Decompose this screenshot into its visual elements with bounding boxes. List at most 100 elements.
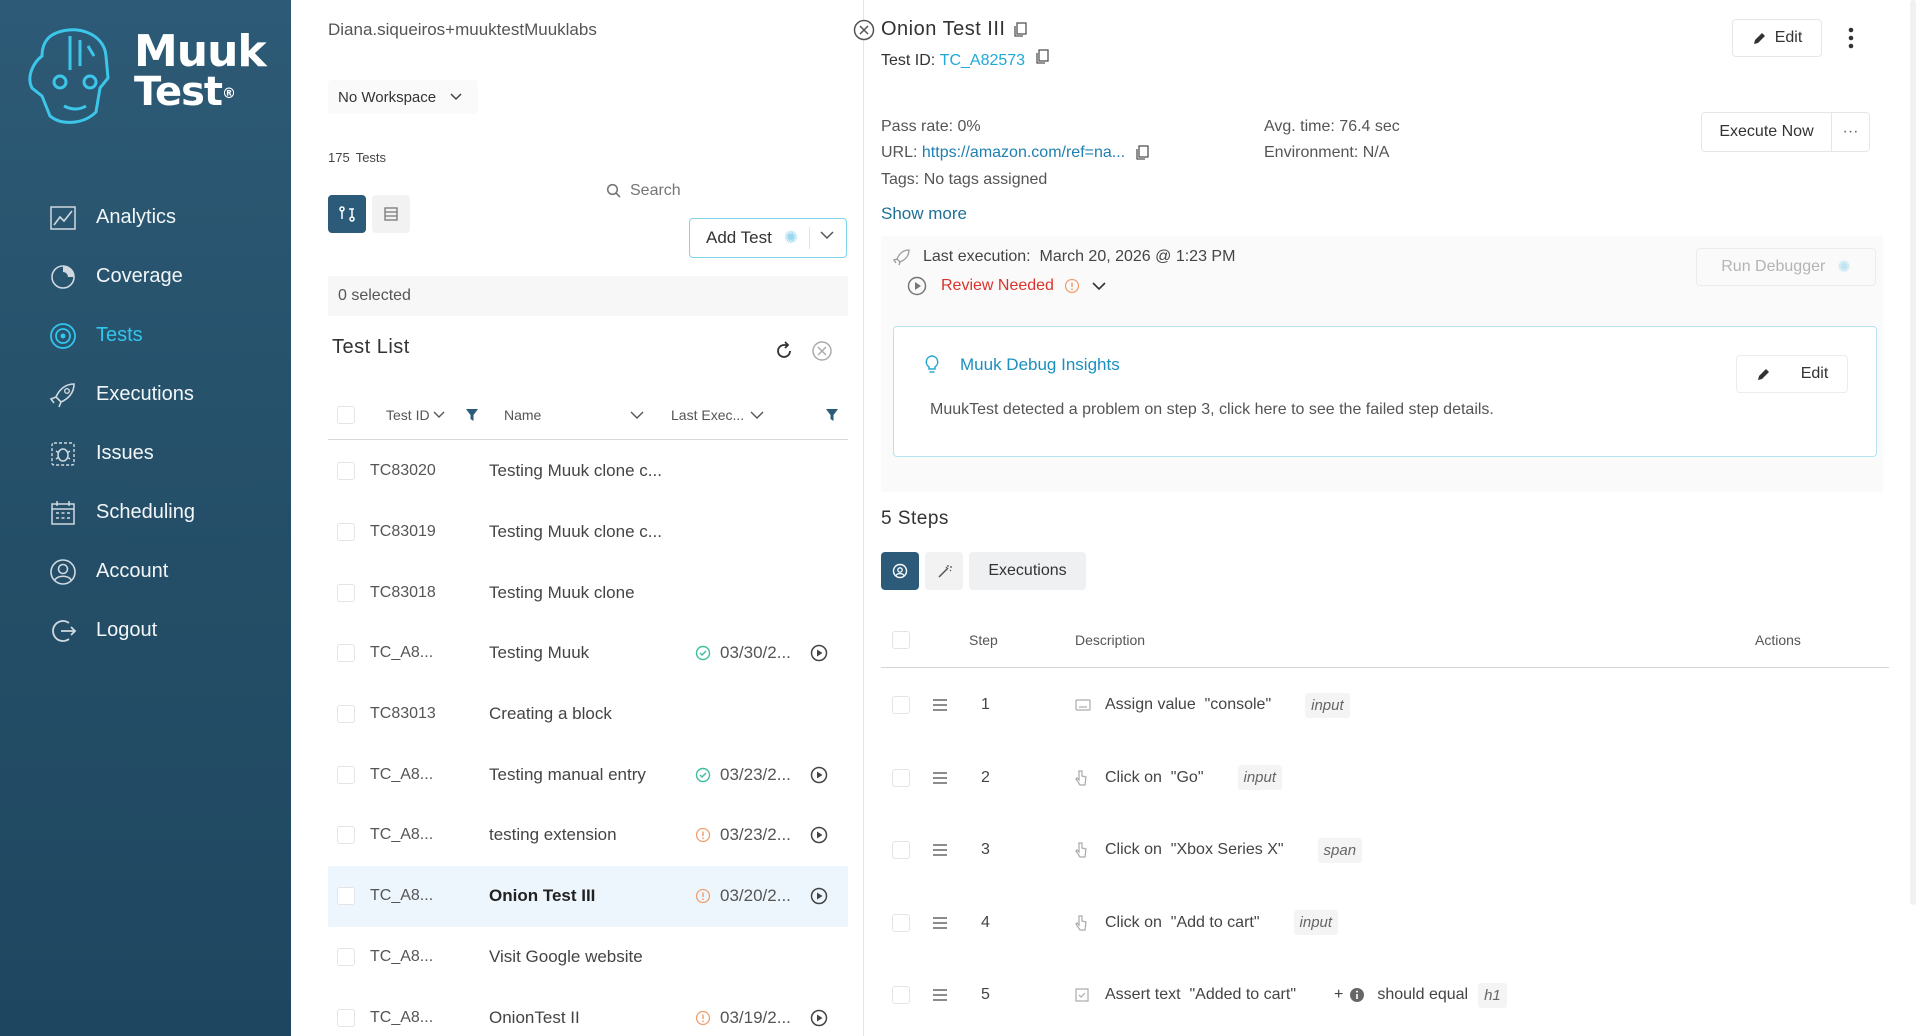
row-checkbox[interactable] <box>337 826 355 845</box>
step-target: "Go" <box>1170 768 1204 786</box>
logo-text-line2: Test <box>134 69 223 115</box>
step-row[interactable]: 5 Assert text "Added to cart" + should equa… <box>881 959 1889 1032</box>
table-row[interactable]: TC83019 Testing Muuk clone c... <box>328 502 848 563</box>
sidebar-item-logout[interactable]: Logout <box>48 601 195 660</box>
row-test-id: TC83013 <box>370 705 436 723</box>
workspace-value: No Workspace <box>338 88 437 106</box>
show-more-link[interactable]: Show more <box>881 204 967 224</box>
table-row[interactable]: TC_A8... Testing manual entry 03/23/2... <box>328 744 848 805</box>
sidebar-item-scheduling[interactable]: Scheduling <box>48 483 195 542</box>
sidebar-item-analytics[interactable]: Analytics <box>48 188 195 247</box>
play-circle-icon[interactable] <box>907 276 927 296</box>
row-checkbox[interactable] <box>337 523 355 542</box>
row-checkbox[interactable] <box>337 644 355 663</box>
table-row[interactable]: TC83020 Testing Muuk clone c... <box>328 441 848 502</box>
debug-insights-card[interactable]: Muuk Debug Insights MuukTest detected a … <box>893 326 1877 457</box>
sidebar-item-coverage[interactable]: Coverage <box>48 247 195 306</box>
drag-handle-icon[interactable] <box>932 844 948 857</box>
table-row[interactable]: TC_A8... OnionTest II 03/19/2... <box>328 987 848 1036</box>
copy-icon[interactable] <box>1135 145 1149 161</box>
row-checkbox[interactable] <box>337 462 355 481</box>
step-checkbox[interactable] <box>892 768 910 787</box>
chevron-down-icon[interactable] <box>820 231 834 240</box>
row-checkbox[interactable] <box>337 705 355 724</box>
step-row[interactable]: 1 Assign value "console" input <box>881 669 1889 742</box>
search-input[interactable] <box>630 182 830 200</box>
test-url-link[interactable]: https://amazon.com/ref=na... <box>922 144 1125 162</box>
column-test-id[interactable]: Test ID <box>386 390 445 440</box>
select-all-checkbox[interactable] <box>337 406 355 424</box>
column-actions: Actions <box>1755 632 1801 648</box>
step-row[interactable]: 4 Click on "Add to cart" input <box>881 887 1889 960</box>
row-checkbox[interactable] <box>337 947 355 966</box>
drag-handle-icon[interactable] <box>932 699 948 712</box>
run-debugger-button[interactable]: Run Debugger ✺ <box>1696 248 1876 286</box>
execute-now-button[interactable]: Execute Now <box>1701 112 1832 152</box>
sidebar-item-account[interactable]: Account <box>48 542 195 601</box>
row-checkbox[interactable] <box>337 887 355 906</box>
insights-message[interactable]: MuukTest detected a problem on step 3, c… <box>930 401 1494 419</box>
row-checkbox[interactable] <box>337 583 355 602</box>
step-checkbox[interactable] <box>892 913 910 932</box>
review-status[interactable]: Review Needed <box>907 276 1106 296</box>
step-target: "Xbox Series X" <box>1170 841 1284 859</box>
step-icon-keyboard-icon <box>1075 699 1093 711</box>
copy-icon[interactable] <box>1013 21 1028 38</box>
edit-steps-button[interactable] <box>925 552 963 590</box>
step-row[interactable]: 3 Click on "Xbox Series X" span <box>881 814 1889 887</box>
table-row[interactable]: TC83018 Testing Muuk clone <box>328 562 848 623</box>
play-circle-icon[interactable] <box>810 1009 828 1027</box>
step-checkbox[interactable] <box>892 841 910 860</box>
info-icon[interactable] <box>1349 987 1365 1003</box>
step-assert-operator: should equal <box>1377 986 1469 1004</box>
test-id-link[interactable]: TC_A82573 <box>940 52 1025 70</box>
play-circle-icon[interactable] <box>810 644 828 662</box>
filter-icon[interactable] <box>465 408 479 422</box>
step-checkbox[interactable] <box>892 986 910 1005</box>
sidebar-item-executions[interactable]: Executions <box>48 365 195 424</box>
table-row[interactable]: TC_A8... testing extension 03/23/2... <box>328 805 848 866</box>
steps-view-button[interactable] <box>881 552 919 590</box>
environment: Environment: N/A <box>1264 144 1390 161</box>
table-row[interactable]: TC83013 Creating a block <box>328 684 848 745</box>
scrollbar[interactable] <box>1908 0 1920 1036</box>
insights-edit-button[interactable]: Edit <box>1736 355 1848 393</box>
executions-tab[interactable]: Executions <box>969 552 1086 590</box>
table-row[interactable]: TC_A8... Onion Test III 03/20/2... <box>328 865 848 927</box>
step-checkbox[interactable] <box>892 696 910 715</box>
step-row[interactable]: 2 Click on "Go" input <box>881 742 1889 815</box>
drag-handle-icon[interactable] <box>932 916 948 929</box>
row-checkbox[interactable] <box>337 765 355 784</box>
sidebar-item-issues[interactable]: Issues <box>48 424 195 483</box>
scrollbar-thumb[interactable] <box>1910 0 1916 905</box>
sidebar-item-tests[interactable]: Tests <box>48 306 195 365</box>
flow-view-button[interactable] <box>328 195 366 233</box>
copy-icon[interactable] <box>1035 49 1049 65</box>
chevron-down-icon[interactable] <box>1092 281 1106 291</box>
clear-filters-icon[interactable] <box>811 340 833 362</box>
muuktest-logo[interactable]: Muuk Test® <box>24 26 274 130</box>
column-name[interactable]: Name <box>504 390 541 440</box>
execute-options-button[interactable]: ··· <box>1832 112 1870 152</box>
row-test-name: Onion Test III <box>489 886 596 906</box>
column-last-exec[interactable]: Last Exec... <box>671 390 764 440</box>
row-checkbox[interactable] <box>337 1008 355 1027</box>
table-view-button[interactable] <box>372 195 410 233</box>
play-circle-icon[interactable] <box>810 887 828 905</box>
add-test-button[interactable]: Add Test ✺ <box>689 218 847 258</box>
filter-icon[interactable] <box>825 408 839 422</box>
more-options-icon[interactable] <box>1836 19 1866 57</box>
play-circle-icon[interactable] <box>810 826 828 844</box>
table-row[interactable]: TC_A8... Testing Muuk 03/30/2... <box>328 623 848 684</box>
search-box[interactable] <box>606 178 846 204</box>
sort-chevron-icon[interactable] <box>630 411 644 420</box>
drag-handle-icon[interactable] <box>932 989 948 1002</box>
refresh-icon[interactable] <box>774 341 794 361</box>
drag-handle-icon[interactable] <box>932 771 948 784</box>
close-panel-icon[interactable] <box>853 19 875 41</box>
table-row[interactable]: TC_A8... Visit Google website <box>328 927 848 988</box>
select-all-steps-checkbox[interactable] <box>892 631 910 649</box>
workspace-select[interactable]: No Workspace <box>328 80 478 114</box>
edit-test-button[interactable]: Edit <box>1732 19 1822 57</box>
play-circle-icon[interactable] <box>810 766 828 784</box>
